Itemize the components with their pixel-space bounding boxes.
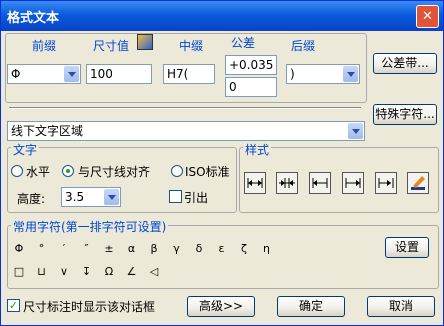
show-dialog-checkbox[interactable]: ✓ (7, 299, 20, 312)
symbol-button[interactable]: ° (34, 242, 50, 255)
tolerance-header: 公差 (231, 36, 256, 50)
chevron-down-icon[interactable] (104, 189, 119, 205)
prefix-value: Φ (11, 67, 21, 81)
symbol-button[interactable]: ◁ (146, 265, 162, 278)
style-arrow-both-outside-icon[interactable] (244, 172, 266, 194)
middle-input[interactable]: H7( (163, 64, 215, 84)
style-arrow-right-icon[interactable] (342, 172, 364, 194)
height-label: 高度: (17, 192, 46, 206)
settings-button[interactable]: 设置 (385, 237, 429, 258)
chevron-down-icon[interactable] (343, 66, 358, 82)
advanced-button[interactable]: 高级>> (187, 296, 255, 317)
symbol-button[interactable]: ∠ (124, 265, 140, 278)
below-text-area-value: 线下文字区域 (11, 124, 84, 138)
suffix-header: 后缀 (291, 39, 316, 53)
text-group-title: 文字 (11, 141, 40, 158)
dialog-title: 格式文本 (7, 11, 60, 26)
radio-horizontal-label: 水平 (26, 165, 51, 179)
separator (9, 107, 361, 109)
leader-checkbox[interactable] (169, 190, 182, 203)
symbol-button[interactable]: ↧ (79, 265, 95, 278)
dimension-value-header: 尺寸值 (93, 39, 130, 53)
symbol-button[interactable]: □ (11, 265, 27, 278)
symbol-button[interactable]: η (259, 242, 275, 255)
suffix-value: ) (290, 67, 295, 81)
style-arrow-left-icon[interactable] (309, 172, 331, 194)
radio-iso-label: ISO标准 (185, 165, 230, 179)
format-text-dialog: 格式文本 ✕ 前缀 尺寸值 中缀 公差 后缀 Φ 100 H7( +0.035 … (0, 0, 444, 326)
common-symbols-title: 常用字符(第一排字符可设置) (11, 218, 169, 235)
style-arrow-inward-icon[interactable] (276, 172, 298, 194)
title-bar[interactable]: 格式文本 ✕ (1, 1, 443, 31)
style-arrow-single-icon[interactable] (375, 172, 397, 194)
symbol-button[interactable]: β (146, 242, 162, 255)
height-value: 3.5 (65, 190, 85, 204)
chevron-down-icon[interactable] (348, 123, 363, 139)
middle-header: 中缀 (179, 39, 204, 53)
radio-align-label: 与尺寸线对齐 (78, 165, 151, 179)
height-combo[interactable]: 3.5 (61, 187, 121, 207)
special-characters-button[interactable]: 特殊字符... (373, 104, 437, 125)
show-dialog-label: 尺寸标注时显示该对话框 (23, 300, 156, 314)
symbol-button[interactable]: ζ (236, 242, 252, 255)
dimension-value-input[interactable]: 100 (86, 64, 152, 84)
symbol-button[interactable]: δ (191, 242, 207, 255)
symbol-button[interactable]: ″ (79, 242, 95, 255)
close-button[interactable]: ✕ (416, 5, 439, 28)
dimension-value-picker-icon[interactable] (137, 34, 153, 50)
below-text-area-combo[interactable]: 线下文字区域 (7, 121, 365, 141)
suffix-combo[interactable]: ) (286, 64, 360, 84)
tolerance-band-button[interactable]: 公差带... (373, 53, 437, 74)
radio-align-dimension-line[interactable] (62, 165, 74, 177)
symbol-button[interactable]: ε (214, 242, 230, 255)
symbol-button[interactable]: Ω (101, 265, 117, 278)
prefix-header: 前缀 (32, 39, 57, 53)
tolerance-upper-input[interactable]: +0.035 (225, 55, 277, 75)
radio-horizontal[interactable] (11, 165, 23, 177)
symbol-button[interactable]: Φ (11, 242, 27, 255)
cancel-button[interactable]: 取消 (367, 296, 435, 317)
radio-iso-standard[interactable] (171, 165, 183, 177)
symbol-button[interactable]: α (124, 242, 140, 255)
symbol-button[interactable]: ± (101, 242, 117, 255)
chevron-down-icon[interactable] (64, 66, 79, 82)
ok-button[interactable]: 确定 (277, 296, 345, 317)
symbol-button[interactable]: ∨ (56, 265, 72, 278)
symbol-button[interactable]: ′ (56, 242, 72, 255)
prefix-combo[interactable]: Φ (7, 64, 81, 84)
style-group-title: 样式 (243, 141, 272, 158)
symbol-button[interactable]: γ (169, 242, 185, 255)
leader-label: 引出 (184, 191, 209, 205)
tolerance-lower-input[interactable]: 0 (225, 77, 277, 97)
symbol-button[interactable]: ⊔ (34, 265, 50, 278)
style-custom-icon[interactable] (407, 172, 429, 194)
